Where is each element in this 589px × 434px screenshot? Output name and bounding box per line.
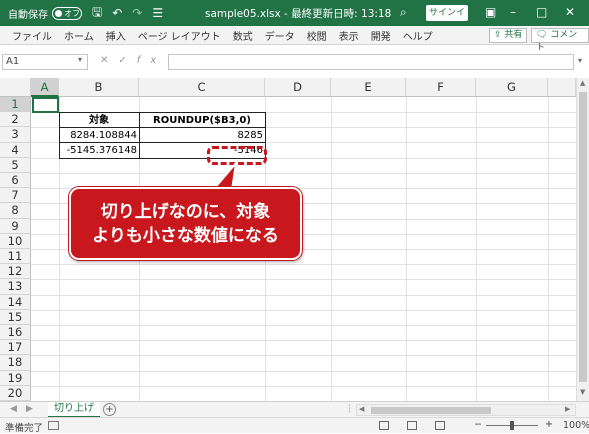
page-layout-view-icon[interactable] — [407, 421, 417, 430]
sheet-prev-icon[interactable]: ◀ — [10, 404, 17, 414]
vertical-scrollbar[interactable]: ▲ ▼ — [576, 78, 589, 401]
split-handle-icon[interactable]: ⋮ — [345, 404, 354, 414]
horizontal-scrollbar[interactable]: ◀ ▶ — [356, 404, 576, 416]
zoom-level[interactable]: 100% — [563, 420, 589, 431]
sheet-tab-bar: ◀ ▶ 切り上げ + ⋮ ◀ ▶ — [0, 401, 589, 418]
normal-view-icon[interactable] — [379, 421, 389, 430]
vertical-scroll-thumb[interactable] — [579, 92, 587, 382]
status-bar: 準備完了 − + 100% — [0, 417, 589, 434]
scroll-down-icon[interactable]: ▼ — [580, 388, 585, 396]
horizontal-scroll-thumb[interactable] — [371, 407, 491, 414]
zoom-in-icon[interactable]: + — [545, 419, 553, 430]
sheet-next-icon[interactable]: ▶ — [26, 404, 33, 414]
zoom-out-icon[interactable]: − — [474, 419, 482, 430]
status-ready: 準備完了 — [5, 423, 44, 434]
scroll-up-icon[interactable]: ▲ — [580, 79, 585, 87]
add-sheet-icon[interactable]: + — [103, 403, 116, 416]
callout-line-2: よりも小さな数値になる — [92, 225, 279, 246]
accessibility-icon[interactable] — [48, 421, 59, 430]
callout-tail-shape — [210, 159, 238, 191]
page-break-view-icon[interactable] — [435, 421, 445, 430]
zoom-slider-knob[interactable] — [510, 421, 514, 430]
scroll-left-icon[interactable]: ◀ — [359, 405, 364, 413]
sheet-tab-active[interactable]: 切り上げ — [48, 402, 100, 418]
callout-line-1: 切り上げなのに、対象 — [100, 201, 271, 222]
annotation-callout: 切り上げなのに、対象 よりも小さな数値になる — [69, 187, 302, 260]
scroll-right-icon[interactable]: ▶ — [565, 405, 570, 413]
